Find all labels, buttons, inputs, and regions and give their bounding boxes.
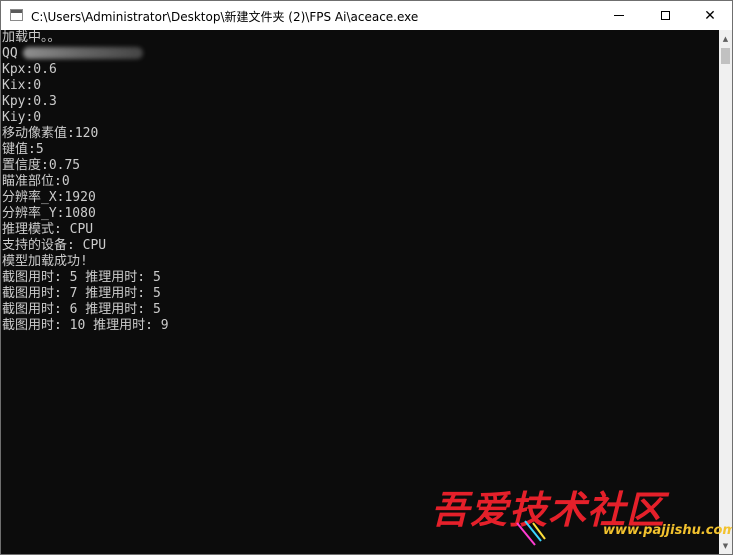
console-app-icon[interactable] xyxy=(10,9,23,21)
watermark-streak-icon xyxy=(516,520,546,546)
console-line: 截图用时: 7 推理用时: 5 xyxy=(2,286,161,301)
chevron-up-icon: ▲ xyxy=(722,34,729,43)
console-line: 推理模式: CPU xyxy=(2,222,94,237)
console-line: 分辨率_Y:1080 xyxy=(2,206,96,221)
console-line: 分辨率_X:1920 xyxy=(2,190,96,205)
redacted-blur xyxy=(23,47,143,59)
close-button[interactable]: ✕ xyxy=(687,1,732,30)
console-window: C:\Users\Administrator\Desktop\新建文件夹 (2)… xyxy=(0,0,733,555)
console-line: Kiy:0 xyxy=(2,110,42,125)
minimize-button[interactable] xyxy=(596,1,642,30)
console-line: 支持的设备: CPU xyxy=(2,238,107,253)
maximize-button[interactable] xyxy=(642,1,688,30)
console-line: 瞄准部位:0 xyxy=(2,174,70,189)
window-title: C:\Users\Administrator\Desktop\新建文件夹 (2)… xyxy=(31,10,419,24)
console-line: 模型加载成功! xyxy=(2,254,88,269)
console-line: 键值:5 xyxy=(2,142,44,157)
console-line: Kix:0 xyxy=(2,78,42,93)
title-bar[interactable]: C:\Users\Administrator\Desktop\新建文件夹 (2)… xyxy=(1,1,732,30)
console-output[interactable]: 加载中。。 QQ Kpx:0.6 Kix:0 Kpy:0.3 Kiy:0 移动像… xyxy=(1,30,719,554)
vertical-scrollbar[interactable]: ▲ ▼ xyxy=(719,30,732,554)
chevron-down-icon: ▼ xyxy=(722,541,729,550)
console-line: 截图用时: 5 推理用时: 5 xyxy=(2,270,161,285)
scroll-up-button[interactable]: ▲ xyxy=(719,30,732,47)
console-line: 置信度:0.75 xyxy=(2,158,81,173)
scroll-thumb[interactable] xyxy=(721,48,730,64)
console-line: Kpx:0.6 xyxy=(2,62,57,77)
console-line: 加载中。。 xyxy=(2,30,61,45)
console-line: 截图用时: 6 推理用时: 5 xyxy=(2,302,161,317)
close-icon: ✕ xyxy=(704,7,716,24)
minimize-icon xyxy=(614,15,624,16)
maximize-icon xyxy=(660,11,670,20)
watermark: 吾爱技术社区 www.pajjishu.com xyxy=(431,479,732,549)
watermark-url: www.pajjishu.com xyxy=(603,523,733,538)
console-line: Kpy:0.3 xyxy=(2,94,57,109)
console-line: 移动像素值:120 xyxy=(2,126,99,141)
console-line: 截图用时: 10 推理用时: 9 xyxy=(2,318,169,333)
